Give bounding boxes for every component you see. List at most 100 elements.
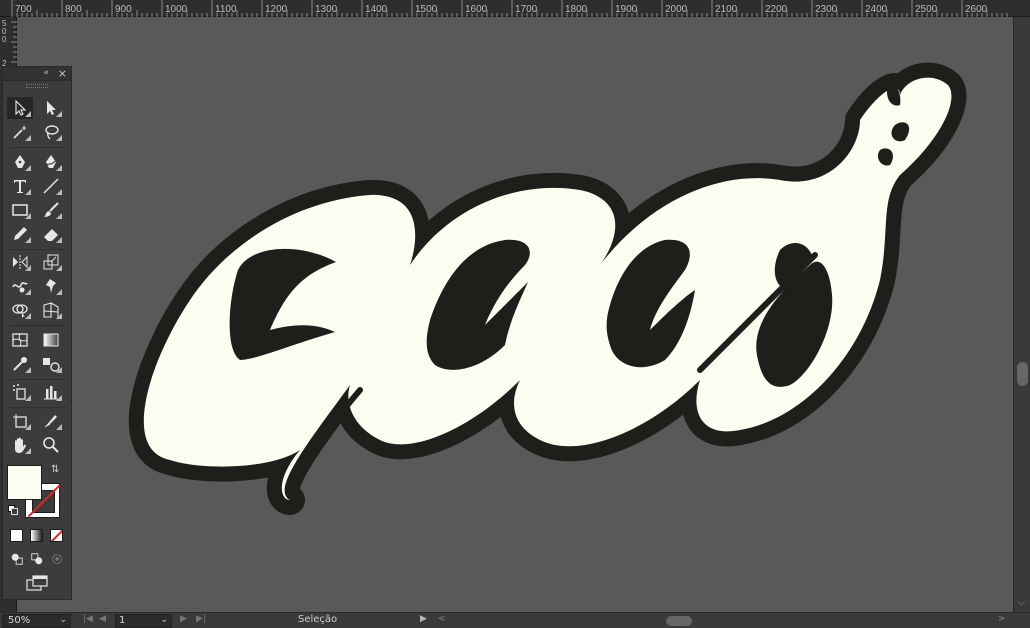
- rectangle-tool-icon[interactable]: [7, 199, 33, 221]
- eraser-tool-icon[interactable]: [38, 223, 64, 245]
- fill-color-swatch[interactable]: [7, 465, 42, 500]
- next-artboard-icon[interactable]: ▶: [180, 614, 187, 624]
- mesh-tool-icon[interactable]: [7, 329, 33, 351]
- ruler-label: 1400: [365, 4, 388, 15]
- draw-behind-icon[interactable]: [29, 551, 45, 567]
- artboard-tool-icon[interactable]: [7, 410, 33, 432]
- artboard-number-value: 1: [119, 615, 126, 626]
- scroll-right-arrow-icon[interactable]: >: [998, 614, 1006, 624]
- ruler-label: 2400: [865, 4, 888, 15]
- tool-separator: [9, 325, 67, 326]
- warp-tool-icon[interactable]: [7, 275, 33, 297]
- tool-separator: [9, 147, 67, 148]
- change-screen-mode-icon[interactable]: [25, 575, 49, 593]
- zoom-tool-icon[interactable]: [38, 434, 64, 456]
- tool-separator: [9, 407, 67, 408]
- puppet-warp-tool-icon[interactable]: [38, 275, 64, 297]
- close-panel-icon[interactable]: ×: [58, 67, 67, 80]
- line-segment-tool-icon[interactable]: [38, 175, 64, 197]
- horizontal-ruler[interactable]: 700 800 900 1000 1100 1200 1300 1400 1500 1600 170…: [0, 0, 1030, 17]
- ruler-label: 800: [65, 4, 82, 15]
- tool-row: [7, 299, 69, 321]
- ruler-label: 1100: [215, 4, 237, 15]
- tool-row: [7, 381, 69, 403]
- ruler-label: 1200: [265, 4, 288, 15]
- draw-normal-icon[interactable]: [9, 551, 25, 567]
- tool-row: [7, 175, 69, 197]
- first-artboard-icon[interactable]: |◀: [83, 614, 93, 624]
- previous-artboard-icon[interactable]: ◀: [99, 614, 106, 624]
- hand-tool-icon[interactable]: [7, 434, 33, 456]
- last-artboard-icon[interactable]: ▶|: [196, 614, 206, 624]
- ruler-label: 1000: [165, 4, 188, 15]
- status-bar: 50% ⌄ |◀ ◀ 1 ⌄ ▶ ▶| Seleção ▶ < >: [0, 612, 1030, 628]
- ruler-label: 2000: [665, 4, 688, 15]
- ruler-label: 1800: [565, 4, 588, 15]
- horizontal-scrollbar-thumb[interactable]: [666, 616, 692, 626]
- vertical-scrollbar-thumb[interactable]: [1017, 362, 1028, 386]
- tool-separator: [9, 379, 67, 380]
- pencil-tool-icon[interactable]: [7, 223, 33, 245]
- tools-panel: « × ⇅: [2, 66, 72, 600]
- tool-row: [7, 251, 69, 273]
- horizontal-ruler-ticks: 700 800 900 1000 1100 1200 1300 1400 1500 1600 170…: [11, 0, 1008, 17]
- tool-row: [7, 329, 69, 351]
- tool-row: [7, 121, 69, 143]
- gradient-mode-button[interactable]: [30, 529, 43, 542]
- selection-tool-icon[interactable]: [7, 97, 33, 119]
- ruler-label: 1600: [465, 4, 488, 15]
- reflect-tool-icon[interactable]: [7, 251, 33, 273]
- magic-wand-tool-icon[interactable]: [7, 121, 33, 143]
- artboard-number-select[interactable]: 1 ⌄: [115, 614, 172, 628]
- scale-tool-icon[interactable]: [38, 251, 64, 273]
- zoom-level-select[interactable]: 50% ⌄: [2, 614, 71, 628]
- ruler-label: 2500: [915, 4, 938, 15]
- none-mode-button[interactable]: [50, 529, 63, 542]
- tool-row: [7, 223, 69, 245]
- symbol-sprayer-tool-icon[interactable]: [7, 381, 33, 403]
- status-menu-arrow-icon[interactable]: ▶: [420, 614, 427, 624]
- direct-selection-tool-icon[interactable]: [38, 97, 64, 119]
- gradient-tool-icon[interactable]: [38, 329, 64, 351]
- shape-builder-tool-icon[interactable]: [7, 299, 33, 321]
- ruler-label: 1900: [615, 4, 638, 15]
- eyedropper-tool-icon[interactable]: [7, 353, 33, 375]
- type-tool-icon[interactable]: [7, 175, 33, 197]
- vertical-scrollbar[interactable]: ⌵: [1013, 17, 1030, 612]
- panel-grip[interactable]: [3, 81, 71, 89]
- status-tool-label: Seleção: [298, 614, 338, 625]
- curvature-tool-icon[interactable]: [38, 151, 64, 173]
- draw-inside-icon[interactable]: [49, 551, 65, 567]
- lettering-artwork[interactable]: [17, 17, 1013, 612]
- chevron-down-icon: ⌄: [160, 615, 168, 625]
- tool-row: [7, 410, 69, 432]
- ruler-label: 900: [115, 4, 132, 15]
- ruler-label: 2200: [765, 4, 788, 15]
- column-graph-tool-icon[interactable]: [38, 381, 64, 403]
- collapse-panel-icon[interactable]: «: [43, 68, 49, 78]
- perspective-grid-tool-icon[interactable]: [38, 299, 64, 321]
- blend-tool-icon[interactable]: [38, 353, 64, 375]
- tool-row: [7, 434, 69, 456]
- swap-fill-stroke-icon[interactable]: ⇅: [51, 464, 59, 475]
- color-mode-button[interactable]: [10, 529, 23, 542]
- tool-separator: [9, 249, 67, 250]
- slice-tool-icon[interactable]: [38, 410, 64, 432]
- tools-panel-header[interactable]: « ×: [3, 67, 71, 81]
- tool-row: [7, 275, 69, 297]
- tool-row: [7, 97, 69, 119]
- ruler-label: 1500: [415, 4, 438, 15]
- tool-row: [7, 199, 69, 221]
- scroll-down-arrow-icon[interactable]: ⌵: [1018, 598, 1025, 608]
- paintbrush-tool-icon[interactable]: [38, 199, 64, 221]
- ruler-label: 0: [2, 35, 7, 44]
- tool-row: [7, 353, 69, 375]
- document-canvas[interactable]: [17, 17, 1013, 612]
- tool-row: [7, 151, 69, 173]
- chevron-down-icon: ⌄: [59, 615, 67, 625]
- scroll-left-arrow-icon[interactable]: <: [438, 614, 446, 624]
- default-fill-stroke-icon[interactable]: [8, 505, 18, 515]
- pen-tool-icon[interactable]: [7, 151, 33, 173]
- lasso-tool-icon[interactable]: [38, 121, 64, 143]
- ruler-label: 700: [15, 4, 32, 15]
